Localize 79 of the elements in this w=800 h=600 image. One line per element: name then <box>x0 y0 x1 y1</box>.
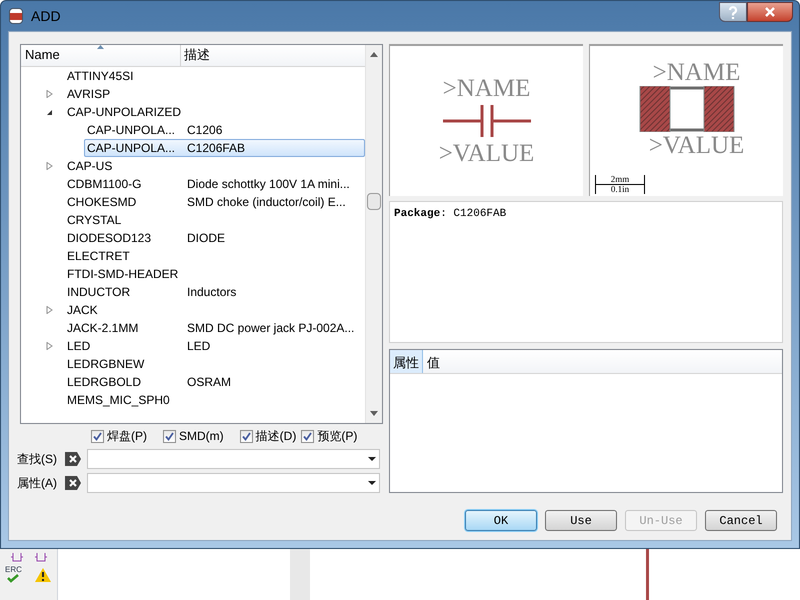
collapsed-arrow-icon[interactable] <box>46 306 53 314</box>
component-icon[interactable] <box>34 552 46 562</box>
part-description: SMD DC power jack PJ-002A... <box>186 320 354 337</box>
close-button[interactable] <box>747 2 793 22</box>
scale-label: 0.1in <box>610 185 630 194</box>
part-name[interactable]: ATTINY45SI <box>65 67 185 85</box>
value-label: >VALUE <box>648 133 744 158</box>
part-name[interactable]: CAP-US <box>65 157 185 175</box>
dialog-button[interactable]: Cancel <box>705 510 777 531</box>
part-name[interactable]: LEDRGBOLD <box>65 373 185 391</box>
warning-icon[interactable] <box>34 566 52 582</box>
part-description: SMD choke (inductor/coil) E... <box>186 194 346 211</box>
part-name[interactable]: AVRISP <box>65 85 185 103</box>
checkbox-label: 焊盘(P) <box>107 428 147 445</box>
scroll-down-icon[interactable] <box>370 411 378 416</box>
scale-label: 2mm <box>596 175 644 185</box>
dropdown-icon[interactable] <box>368 457 376 461</box>
collapsed-arrow-icon[interactable] <box>46 342 53 350</box>
package-info: Package: C1206FAB <box>394 207 508 222</box>
help-icon <box>728 6 738 18</box>
column-header[interactable]: 值 <box>423 350 444 373</box>
wire-line <box>646 548 649 600</box>
part-name[interactable]: INDUCTOR <box>65 283 185 301</box>
part-name[interactable]: DIODESOD123 <box>65 229 185 247</box>
part-description: Inductors <box>186 284 236 301</box>
tree-row[interactable]: CAP-UNPOLA... C1206FAB <box>84 139 365 157</box>
checkbox[interactable] <box>91 430 104 442</box>
part-description: C1206FAB <box>186 140 246 157</box>
name-label: >NAME <box>652 60 740 85</box>
checkbox-label: 描述(D) <box>256 428 296 445</box>
close-icon <box>764 7 776 17</box>
checkbox-label: SMD(m) <box>179 428 224 445</box>
part-name[interactable]: CDBM1100-G <box>65 175 185 193</box>
erc-button[interactable]: ERC <box>5 566 22 583</box>
part-name[interactable]: JACK <box>65 301 185 319</box>
name-label: >NAME <box>442 76 530 101</box>
checkbox[interactable] <box>163 430 176 442</box>
dialog-button[interactable]: OK <box>465 510 537 531</box>
collapsed-arrow-icon[interactable] <box>46 90 53 98</box>
field-label: 查找(S) <box>17 451 58 468</box>
sort-arrow-icon <box>97 45 104 49</box>
column-header[interactable]: 属性 <box>390 350 423 373</box>
part-name[interactable]: CRYSTAL <box>65 211 185 229</box>
part-name[interactable]: FTDI-SMD-HEADER <box>65 265 185 283</box>
part-name[interactable]: LEDRGBNEW <box>65 355 185 373</box>
part-description: LED <box>186 338 210 355</box>
part-name[interactable]: CAP-UNPOLA... <box>85 139 185 157</box>
part-name[interactable]: MEMS_MIC_SPH0 <box>65 391 185 409</box>
part-name[interactable]: CAP-UNPOLA... <box>85 121 185 139</box>
part-name[interactable]: LED <box>65 337 185 355</box>
app-icon <box>9 8 23 24</box>
scroll-up-icon[interactable] <box>370 52 378 57</box>
checkbox-label: 预览(P) <box>317 428 358 445</box>
clear-icon[interactable] <box>65 452 81 466</box>
part-description: Diode schottky 100V 1A mini... <box>186 176 350 193</box>
checkbox[interactable] <box>301 430 314 442</box>
help-button[interactable] <box>719 2 747 22</box>
clear-icon[interactable] <box>65 476 81 490</box>
window-title: ADD <box>31 6 61 26</box>
field-label: 属性(A) <box>17 475 58 492</box>
dropdown-icon[interactable] <box>368 481 376 485</box>
collapsed-arrow-icon[interactable] <box>46 162 53 170</box>
value-label: >VALUE <box>438 141 534 166</box>
part-description: DIODE <box>186 230 226 247</box>
dialog-button[interactable]: Use <box>545 510 617 531</box>
part-name[interactable]: JACK-2.1MM <box>65 319 185 337</box>
column-header[interactable]: Name <box>21 45 181 66</box>
part-description: OSRAM <box>186 374 232 391</box>
scroll-thumb[interactable] <box>367 193 381 210</box>
checkbox[interactable] <box>240 430 253 442</box>
expanded-arrow-icon[interactable] <box>46 108 53 116</box>
tree-row[interactable]: CAP-UNPOLA... C1206 <box>84 121 365 139</box>
part-description: C1206 <box>186 122 222 139</box>
column-header[interactable]: 描述 <box>181 45 365 66</box>
scrollbar[interactable] <box>365 45 382 423</box>
part-name[interactable]: CAP-UNPOLARIZED <box>65 103 185 121</box>
part-name[interactable]: ELECTRET <box>65 247 185 265</box>
component-icon[interactable] <box>10 552 22 562</box>
part-name[interactable]: CHOKESMD <box>65 193 185 211</box>
